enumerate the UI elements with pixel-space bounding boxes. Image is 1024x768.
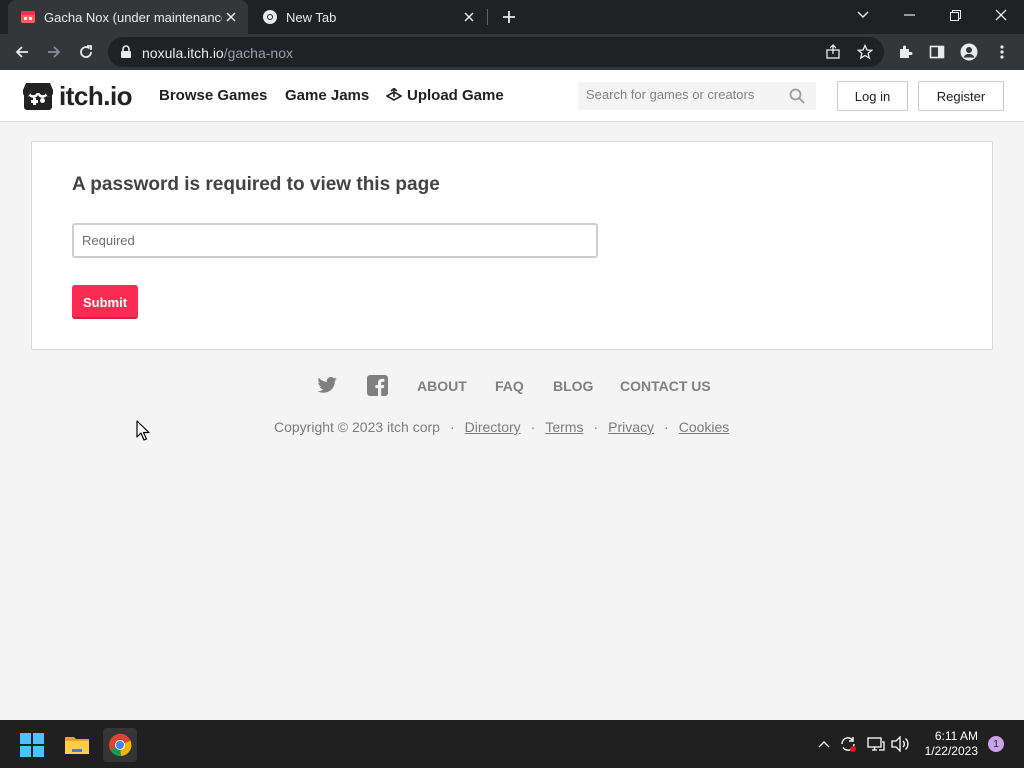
bookmark-star-icon[interactable] bbox=[856, 43, 874, 61]
tab-title: New Tab bbox=[286, 9, 337, 25]
logo-text: itch.io bbox=[59, 80, 133, 111]
tray-chevron-up-icon[interactable] bbox=[814, 734, 834, 754]
search-input[interactable] bbox=[586, 87, 786, 102]
menu-kebab-icon[interactable] bbox=[990, 40, 1014, 64]
nav-game-jams[interactable]: Game Jams bbox=[285, 87, 369, 104]
forward-arrow-icon[interactable] bbox=[42, 40, 66, 64]
clock[interactable]: 6:11 AM 1/22/2023 bbox=[912, 729, 978, 759]
volume-icon[interactable] bbox=[890, 734, 910, 754]
footer-faq-link[interactable]: FAQ bbox=[495, 378, 524, 394]
nav-upload-label: Upload Game bbox=[407, 87, 504, 104]
tab-close-icon[interactable] bbox=[460, 8, 478, 26]
browser-toolbar: noxula.itch.io/gacha-nox bbox=[0, 34, 1024, 70]
login-button[interactable]: Log in bbox=[837, 81, 908, 111]
password-card: A password is required to view this page… bbox=[31, 141, 993, 350]
search-icon[interactable] bbox=[789, 88, 805, 109]
clock-time: 6:11 AM bbox=[934, 729, 978, 743]
submit-button[interactable]: Submit bbox=[72, 285, 138, 319]
facebook-icon[interactable] bbox=[366, 374, 388, 396]
restore-icon[interactable] bbox=[935, 0, 975, 30]
footer-cookies-link[interactable]: Cookies bbox=[679, 419, 730, 435]
share-icon[interactable] bbox=[824, 43, 842, 61]
clock-date: 1/22/2023 bbox=[924, 744, 978, 758]
taskbar: 6:11 AM 1/22/2023 bbox=[0, 720, 1024, 768]
footer-terms-link[interactable]: Terms bbox=[545, 419, 583, 435]
extensions-puzzle-icon[interactable] bbox=[893, 40, 917, 64]
site-header: itch.io Browse Games Game Jams Upload Ga… bbox=[0, 70, 1024, 122]
url-path: /gacha-nox bbox=[223, 45, 293, 61]
separator-dot: · bbox=[593, 419, 599, 435]
tab-separator bbox=[487, 9, 488, 25]
lock-icon[interactable] bbox=[120, 45, 132, 64]
tab-new-tab[interactable]: New Tab bbox=[250, 0, 486, 34]
back-arrow-icon[interactable] bbox=[10, 40, 34, 64]
new-tab-plus-icon[interactable] bbox=[499, 7, 519, 27]
itch-controller-logo-icon bbox=[23, 83, 53, 110]
tab-close-icon[interactable] bbox=[222, 8, 240, 26]
tab-gacha-nox[interactable]: Gacha Nox (under maintenance) bbox=[8, 0, 248, 34]
chrome-taskbar-icon[interactable] bbox=[103, 728, 137, 762]
windows-start-icon[interactable] bbox=[15, 728, 49, 762]
file-explorer-icon[interactable] bbox=[60, 728, 94, 762]
register-button[interactable]: Register bbox=[918, 81, 1004, 111]
upload-icon bbox=[385, 87, 403, 106]
profile-avatar-icon[interactable] bbox=[957, 40, 981, 64]
twitter-icon[interactable] bbox=[316, 374, 338, 396]
footer-contact-link[interactable]: CONTACT US bbox=[620, 378, 711, 394]
footer-about-link[interactable]: ABOUT bbox=[417, 378, 467, 394]
page-title: A password is required to view this page bbox=[72, 174, 440, 195]
mouse-cursor-icon bbox=[136, 420, 150, 447]
nav-browse-games[interactable]: Browse Games bbox=[159, 87, 267, 104]
url-text: noxula.itch.io/gacha-nox bbox=[142, 45, 293, 61]
tab-search-chevron-icon[interactable] bbox=[843, 0, 883, 30]
itch-favicon-icon bbox=[20, 9, 36, 25]
notification-badge[interactable]: 1 bbox=[988, 736, 1004, 752]
side-panel-icon[interactable] bbox=[925, 40, 949, 64]
itch-logo[interactable]: itch.io bbox=[22, 80, 133, 112]
password-field[interactable] bbox=[72, 223, 598, 258]
footer-directory-link[interactable]: Directory bbox=[465, 419, 521, 435]
footer-privacy-link[interactable]: Privacy bbox=[608, 419, 654, 435]
window-close-icon[interactable] bbox=[981, 0, 1021, 30]
network-icon[interactable] bbox=[866, 734, 886, 754]
nav-upload-game[interactable]: Upload Game bbox=[385, 87, 504, 106]
reload-icon[interactable] bbox=[74, 40, 98, 64]
url-host: noxula.itch.io bbox=[142, 45, 224, 61]
tab-title: Gacha Nox (under maintenance) bbox=[44, 9, 222, 25]
browser-tabstrip: Gacha Nox (under maintenance) New Tab bbox=[0, 0, 1024, 34]
search-box[interactable] bbox=[578, 82, 816, 110]
copyright-text: Copyright © 2023 itch corp bbox=[274, 419, 440, 435]
separator-dot: · bbox=[449, 419, 455, 435]
separator-dot: · bbox=[530, 419, 536, 435]
separator-dot: · bbox=[664, 419, 669, 435]
minimize-icon[interactable] bbox=[889, 0, 929, 30]
address-bar[interactable]: noxula.itch.io/gacha-nox bbox=[108, 37, 884, 67]
footer-legal: Copyright © 2023 itch corp · Directory · Ter… bbox=[274, 419, 729, 435]
chrome-favicon-icon bbox=[262, 9, 278, 25]
footer-links: ABOUT FAQ BLOG CONTACT US bbox=[316, 374, 736, 398]
sync-icon[interactable] bbox=[838, 734, 858, 754]
footer-blog-link[interactable]: BLOG bbox=[553, 378, 593, 394]
